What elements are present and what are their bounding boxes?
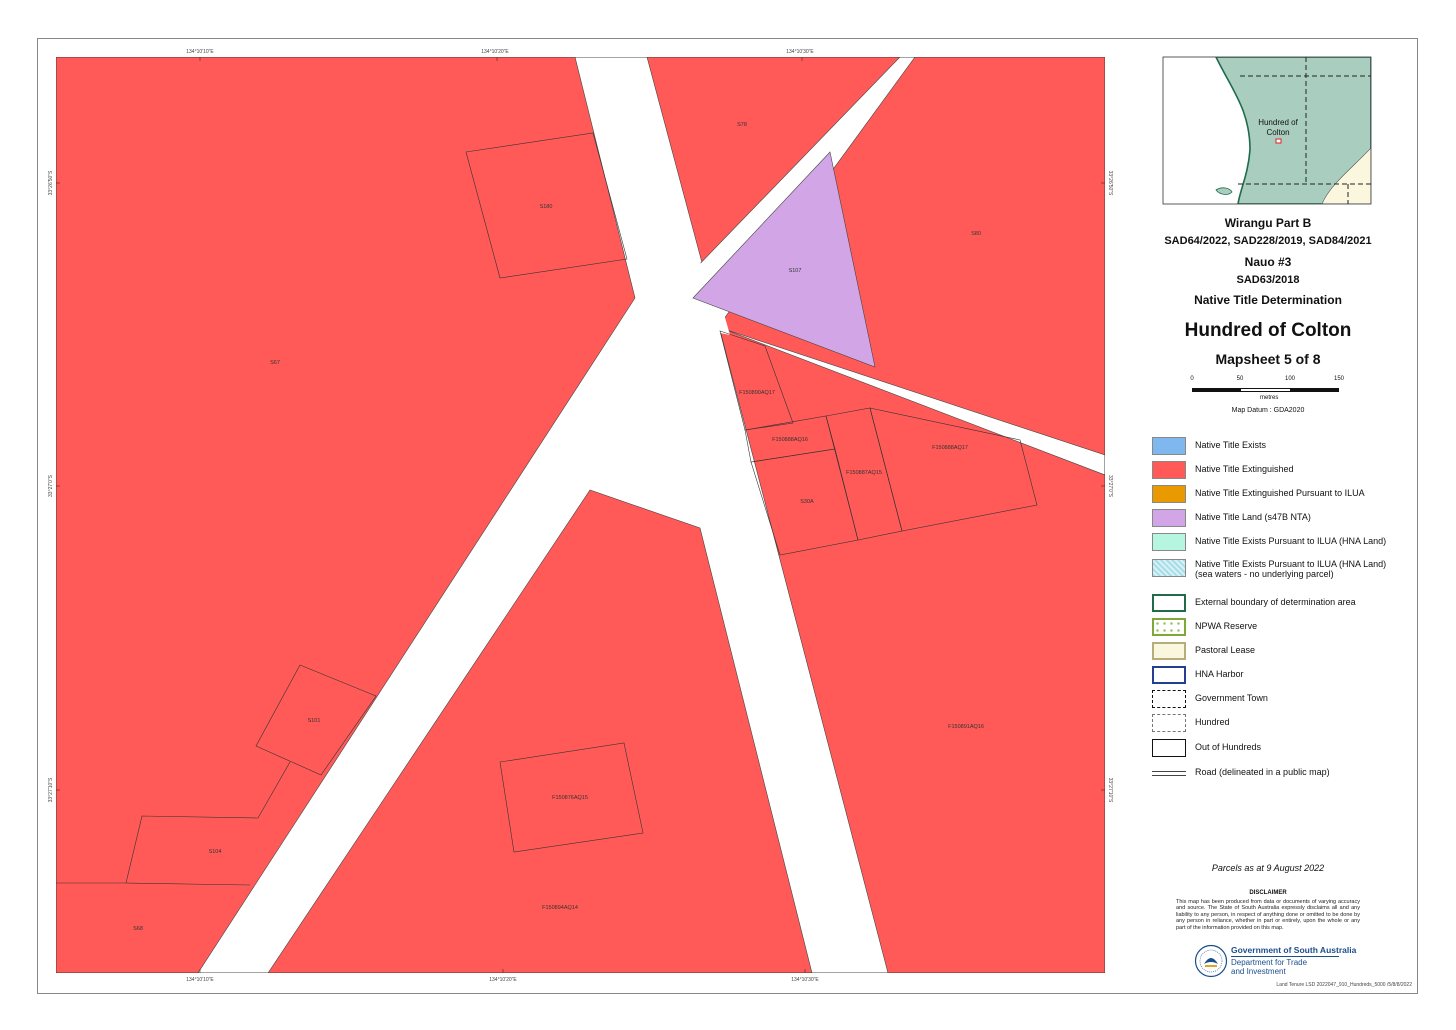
legend-swatch <box>1152 594 1186 612</box>
legend-label: Native Title Extinguished Pursuant to IL… <box>1195 488 1365 498</box>
parcel-label: F150888AQ16 <box>772 437 808 443</box>
determination-label: Native Title Determination <box>1194 293 1342 307</box>
legend-label: External boundary of determination area <box>1195 597 1356 607</box>
parcel-label: S67 <box>270 360 280 366</box>
grid-label-top: 134°10'20"E <box>481 49 509 55</box>
grid-label-bottom: 134°10'20"E <box>489 977 517 983</box>
claim1-numbers: SAD64/2022, SAD228/2019, SAD84/2021 <box>1164 235 1372 247</box>
inset-label: Hundred of <box>1258 118 1298 127</box>
legend-swatch <box>1152 739 1186 757</box>
scale-tick: 150 <box>1333 376 1345 382</box>
legend-swatch <box>1152 764 1186 782</box>
parcel-label: F150894AQ14 <box>542 905 578 911</box>
grid-label-left: 33°27'0"S <box>48 474 54 497</box>
parcel-label: S101 <box>308 718 321 724</box>
parcel-label: S107 <box>789 268 802 274</box>
disclaimer-title: DISCLAIMER <box>1249 890 1287 896</box>
legend-label: Road (delineated in a public map) <box>1195 767 1330 777</box>
legend-label: Native Title Extinguished <box>1195 464 1294 474</box>
legend-swatch <box>1152 666 1186 684</box>
legend-swatch <box>1152 461 1186 479</box>
parcel-label: F150888AQ17 <box>932 445 968 451</box>
map-datum: Map Datum : GDA2020 <box>1231 407 1305 414</box>
legend-label: Pastoral Lease <box>1195 645 1256 655</box>
scale-bar: 0 50 100 150 metres <box>1188 376 1348 406</box>
legend-label: NPWA Reserve <box>1195 621 1258 631</box>
legend-swatch <box>1152 437 1186 455</box>
scale-unit: metres <box>1260 395 1279 401</box>
scale-tick: 50 <box>1236 376 1244 382</box>
hundred-title: Hundred of Colton <box>1184 320 1352 341</box>
grid-label-bottom: 134°10'30"E <box>791 977 819 983</box>
legend-swatch <box>1152 714 1186 732</box>
legend-label: Native Title Land (s47B NTA) <box>1195 512 1311 522</box>
parcel-label: F150876AQ15 <box>552 795 588 801</box>
department-name: Department for Trade <box>1231 958 1308 967</box>
divider <box>1231 956 1339 957</box>
disclaimer-body: This map has been produced from data or … <box>1176 899 1360 931</box>
parcel-label: F150890AQ17 <box>739 390 775 396</box>
grid-label-left: 33°26'50"S <box>48 170 54 195</box>
legend-swatch <box>1152 509 1186 527</box>
grid-label-top: 134°10'10"E <box>186 49 214 55</box>
inset-label: Colton <box>1266 128 1289 137</box>
inset-map[interactable]: Hundred of Colton <box>1162 56 1372 205</box>
grid-label-top: 134°10'30"E <box>786 49 814 55</box>
legend-label: (sea waters - no underlying parcel) <box>1195 569 1334 579</box>
claim2-name: Nauo #3 <box>1244 255 1292 269</box>
legend-label: Government Town <box>1195 693 1268 703</box>
legend-label: Out of Hundreds <box>1195 742 1262 752</box>
legend-swatch <box>1152 485 1186 503</box>
parcel-label: S104 <box>209 849 222 855</box>
department-name: and Investment <box>1231 967 1286 976</box>
legend-swatch <box>1152 642 1186 660</box>
grid-label-right: 33°27'0"S <box>1107 475 1113 498</box>
legend-label: Native Title Exists <box>1195 440 1267 450</box>
grid-label-bottom: 134°10'10"E <box>186 977 214 983</box>
parcel-label: S68 <box>133 926 143 932</box>
parcel-label: S180 <box>540 204 553 210</box>
legend-swatch <box>1152 690 1186 708</box>
claim1-name: Wirangu Part B <box>1224 216 1312 230</box>
file-reference: Land Tenure LSD 2022047_910_Hundreds_500… <box>1276 982 1412 988</box>
parcel-label: F150887AQ15 <box>846 470 882 476</box>
parcel-label: S80 <box>971 231 981 237</box>
parcel-label: F150891AQ16 <box>948 724 984 730</box>
government-name: Government of South Australia <box>1231 945 1357 955</box>
legend-swatch <box>1152 618 1186 636</box>
parcel-label: S30A <box>800 499 814 505</box>
mapsheet-label: Mapsheet 5 of 8 <box>1215 351 1321 367</box>
grid-label-left: 33°27'10"S <box>48 777 54 802</box>
legend-swatch <box>1152 533 1186 551</box>
scale-tick: 0 <box>1190 376 1194 382</box>
claim2-number: SAD63/2018 <box>1236 274 1300 286</box>
parcel-label: S78 <box>737 122 747 128</box>
grid-label-right: 33°27'10"S <box>1107 778 1113 803</box>
government-crest-icon <box>1194 944 1228 978</box>
legend-label: Native Title Exists Pursuant to ILUA (HN… <box>1195 559 1387 569</box>
scale-tick: 100 <box>1284 376 1296 382</box>
extinguished-area[interactable] <box>56 57 1105 973</box>
legend-label: HNA Harbor <box>1195 669 1244 679</box>
legend-label: Native Title Exists Pursuant to ILUA (HN… <box>1195 536 1387 546</box>
legend-swatch <box>1152 559 1186 577</box>
grid-label-right: 33°26'50"S <box>1107 171 1113 196</box>
inset-location-marker <box>1275 138 1282 144</box>
parcels-date: Parcels as at 9 August 2022 <box>1211 863 1325 873</box>
scale-bar-frame <box>1192 388 1339 392</box>
legend-label: Hundred <box>1195 717 1230 727</box>
